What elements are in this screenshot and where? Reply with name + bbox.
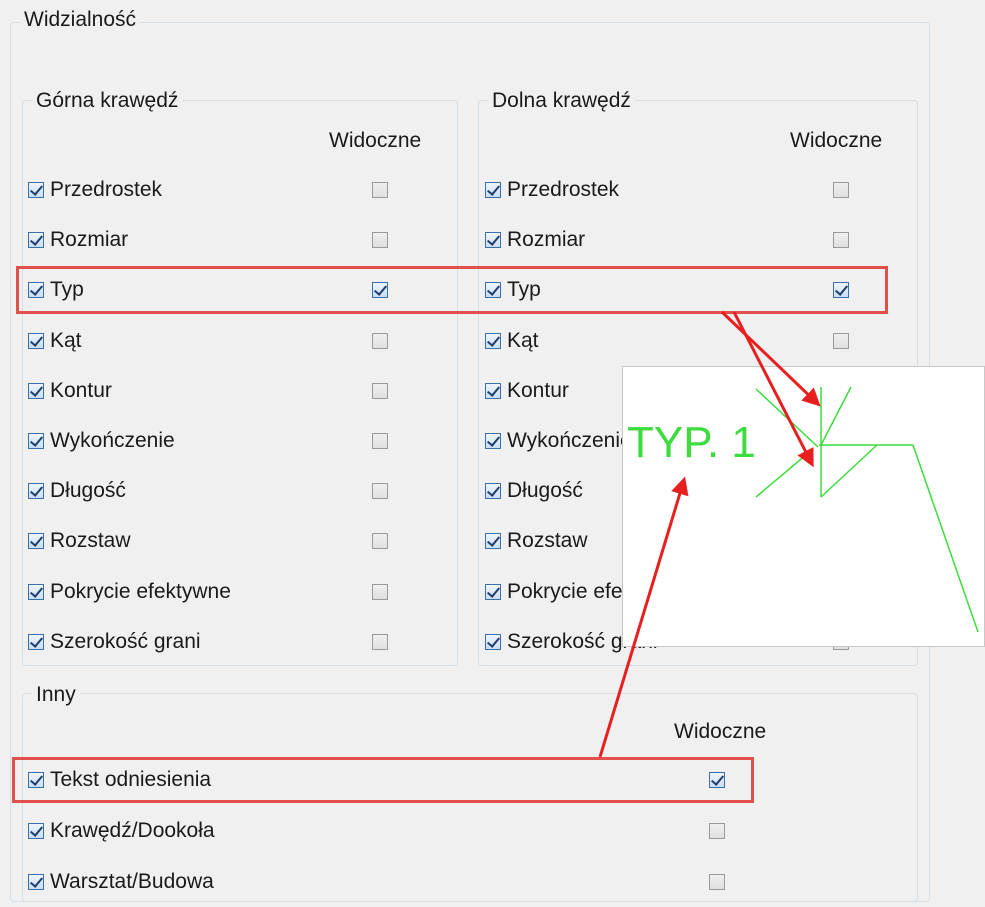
arrow-to-top-mark: [720, 310, 821, 407]
annotation-arrows: [598, 310, 821, 758]
visibility-dialog: Widzialność Górna krawędź Widoczne Przed…: [0, 0, 985, 907]
arrow-to-preview-text: [598, 476, 689, 758]
